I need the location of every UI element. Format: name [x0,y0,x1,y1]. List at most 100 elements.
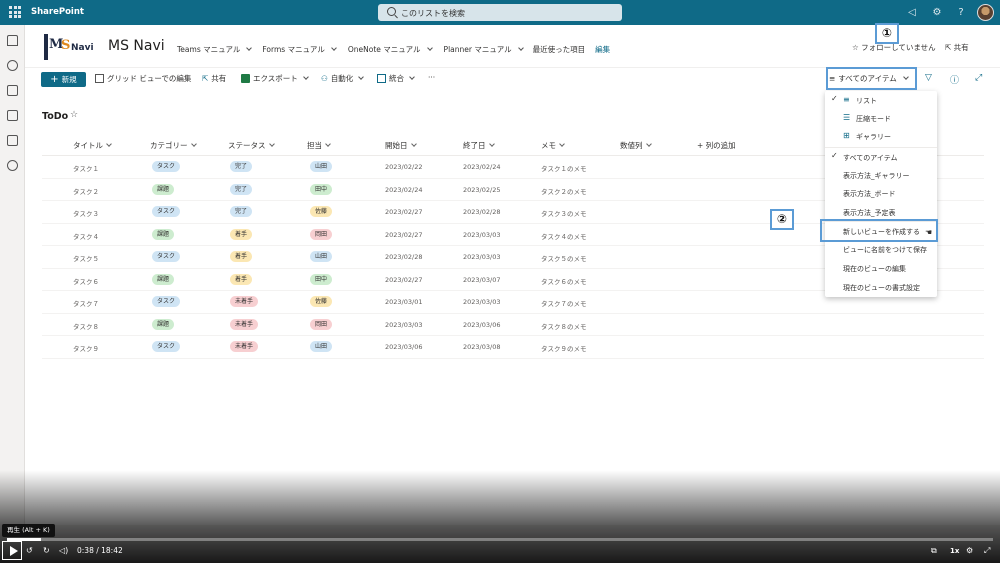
home-icon[interactable] [7,35,18,46]
menu-item-list[interactable]: ✓ ≡ リスト [825,91,937,109]
column-header-owner[interactable]: 担当 [307,140,331,151]
column-header-memo[interactable]: メモ [541,140,565,151]
menu-item-compact[interactable]: ☰ 圧縮モード [825,109,937,127]
nav-item-planner[interactable]: Planner マニュアル [444,43,524,55]
memo-cell: タスク７のメモ [541,300,587,308]
document-icon[interactable] [7,110,18,121]
chevron-down-icon [426,44,433,51]
category-pill: タスク [152,206,181,217]
list-icon[interactable] [7,135,18,146]
menu-item-all-items[interactable]: ✓ すべてのアイテム [825,148,937,166]
owner-pill: 田中 [310,273,333,285]
table-row[interactable]: タスク８ 課題 未着手 岡田 2023/03/03 2023/03/06 タスク８のメモ [42,314,984,336]
table-row[interactable]: タスク９ タスク 未着手 山田 2023/03/06 2023/03/08 タスク９のメモ [42,336,984,359]
chevron-down-icon [268,141,275,147]
export-button[interactable]: エクスポート [241,73,309,84]
settings-icon[interactable]: ⚙ [966,544,973,558]
start-date: 2023/02/24 [385,185,423,194]
list-icon: ≡ [843,95,850,104]
edit-nav-link[interactable]: 編集 [595,43,610,55]
start-date: 2023/02/27 [385,230,423,239]
grid-edit-button[interactable]: グリッド ビューでの編集 [95,73,191,84]
column-header-title[interactable]: タイトル [73,140,112,151]
playback-speed[interactable]: 1x [950,544,959,558]
fullscreen-icon[interactable]: ⤢ [984,544,990,558]
forward-icon[interactable]: ↻ [43,544,50,558]
end-date: 2023/03/06 [463,320,501,329]
excel-icon [241,74,250,83]
integrate-label: 統合 [389,74,404,83]
menu-item-gallery-view[interactable]: 表示方法_ギャラリー [825,166,937,184]
filter-icon[interactable]: ▽ [925,73,932,83]
rewind-icon[interactable]: ↺ [26,544,33,558]
start-date: 2023/03/03 [385,320,423,329]
chevron-down-icon [302,74,309,80]
nav-item-forms[interactable]: Forms マニュアル [262,43,337,55]
avatar[interactable] [977,4,994,21]
row-title[interactable]: タスク６ [73,276,99,286]
site-logo[interactable]: M S Navi [44,34,94,60]
site-share-button[interactable]: ⇱ 共有 [945,42,969,53]
news-icon[interactable] [7,85,18,96]
row-title[interactable]: タスク５ [73,253,99,263]
compact-list-icon: ☰ [843,113,851,122]
app-launcher-icon[interactable] [9,6,21,18]
menu-item-gallery[interactable]: ⊞ ギャラリー [825,127,937,145]
flow-icon: ⚇ [321,74,328,83]
menu-label: 表示方法_予定表 [843,209,896,217]
row-title[interactable]: タスク４ [73,231,99,241]
chevron-down-icon [106,141,112,147]
check-icon: ✓ [831,94,838,103]
column-header-start[interactable]: 開始日 [385,140,417,151]
row-title[interactable]: タスク８ [73,321,99,331]
menu-item-board-view[interactable]: 表示方法_ボード [825,184,937,202]
start-date: 2023/02/28 [385,253,423,261]
row-title[interactable]: タスク７ [73,298,99,308]
integrate-button[interactable]: 統合 [377,73,415,84]
column-header-end[interactable]: 終了日 [463,140,495,151]
owner-pill: 山田 [310,341,333,352]
nav-item-teams[interactable]: Teams マニュアル [177,43,253,55]
more-button[interactable]: ··· [428,73,435,82]
volume-icon[interactable]: ◁) [59,544,68,558]
info-icon[interactable]: ⓘ [950,73,959,86]
menu-item-edit-view[interactable]: 現在のビューの編集 [825,259,937,277]
share-icon: ⇱ [202,74,209,83]
expand-icon[interactable]: ⤢ [975,73,982,83]
column-label: タイトル [73,141,103,150]
globe-icon[interactable] [7,60,18,71]
automate-button[interactable]: ⚇ 自動化 [321,73,365,84]
site-title[interactable]: MS Navi [108,38,165,54]
pip-icon[interactable]: ⧉ [931,544,937,558]
column-header-number[interactable]: 数値列 [620,140,652,151]
column-header-status[interactable]: ステータス [228,140,275,151]
end-date: 2023/03/03 [463,230,501,239]
nav-item-recent[interactable]: 最近使った項目 [533,43,586,55]
add-column-button[interactable]: + 列の追加 [697,140,736,151]
help-icon[interactable]: ? [955,7,967,18]
integrate-icon [377,74,386,83]
row-title[interactable]: タスク９ [73,343,99,353]
add-icon[interactable] [7,160,18,171]
new-button[interactable]: + 新規 [41,72,86,87]
plus-icon: + [50,74,59,85]
nav-label: OneNote マニュアル [347,44,421,54]
row-title[interactable]: タスク２ [73,186,99,196]
share-button[interactable]: ⇱ 共有 [202,73,226,84]
menu-item-save-as[interactable]: ビューに名前をつけて保存 [825,240,937,258]
menu-label: 圧縮モード [856,115,891,123]
app-brand[interactable]: SharePoint [31,7,84,17]
favorite-star-icon[interactable]: ☆ [70,110,78,120]
nav-item-onenote[interactable]: OneNote マニュアル [347,43,433,55]
video-progress-bar[interactable] [7,538,993,541]
column-header-category[interactable]: カテゴリー [150,140,197,151]
row-title[interactable]: タスク３ [73,208,99,218]
menu-item-format-view[interactable]: 現在のビューの書式設定 [825,278,937,296]
status-pill: 着手 [230,273,253,285]
search-box[interactable]: このリストを検索 [378,4,622,21]
play-button[interactable] [2,541,22,560]
gear-icon[interactable]: ⚙ [931,7,943,18]
megaphone-icon[interactable]: ◁ [906,7,918,18]
row-title[interactable]: タスク１ [73,163,99,173]
start-date: 2023/02/27 [385,208,423,216]
